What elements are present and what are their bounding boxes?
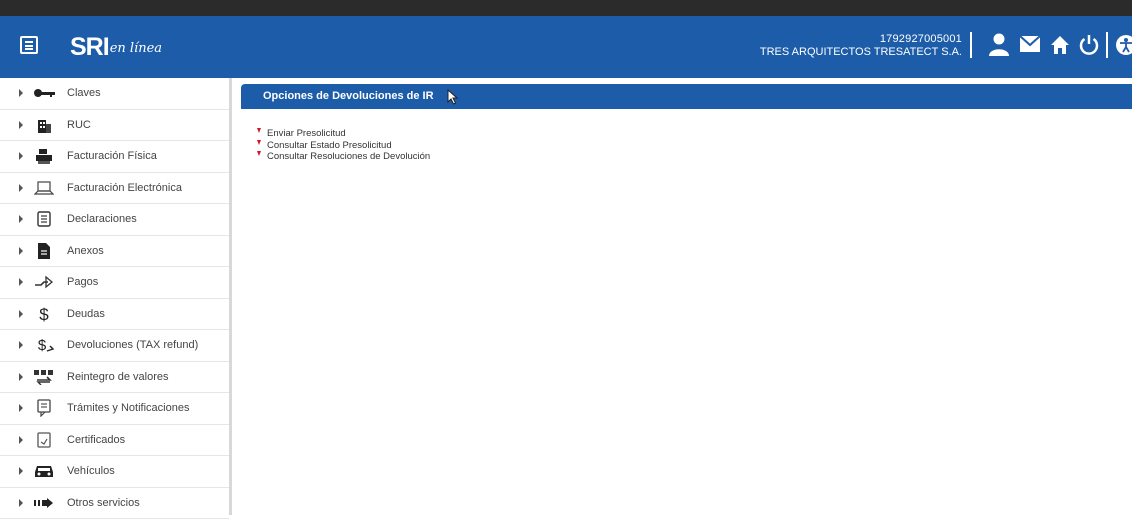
printer-icon (32, 147, 56, 165)
bullet-flag-icon (257, 128, 261, 133)
logo-brand: SRI (70, 32, 109, 62)
sidebar-item-facturacion-electronica[interactable]: Facturación Electrónica (0, 173, 229, 205)
sri-logo[interactable]: SRI en línea (70, 28, 162, 62)
svg-text:$: $ (39, 305, 49, 323)
expand-arrow-icon (19, 278, 23, 286)
notification-icon (32, 399, 56, 417)
sidebar-item-deudas[interactable]: $ Deudas (0, 299, 229, 331)
sidebar-item-label: Reintegro de valores (67, 371, 169, 383)
sidebar-item-label: Trámites y Notificaciones (67, 402, 189, 414)
laptop-icon (32, 179, 56, 197)
sidebar-item-label: Claves (67, 87, 101, 99)
sidebar-item-vehiculos[interactable]: Vehículos (0, 456, 229, 488)
sidebar-item-pagos[interactable]: Pagos (0, 267, 229, 299)
power-icon[interactable] (1078, 34, 1100, 56)
sidebar-item-devoluciones[interactable]: $ Devoluciones (TAX refund) (0, 330, 229, 362)
car-icon (32, 462, 56, 480)
expand-arrow-icon (19, 341, 23, 349)
sidebar-item-label: Declaraciones (67, 213, 137, 225)
main-content: Opciones de Devoluciones de IR Enviar Pr… (232, 78, 1132, 515)
link-text[interactable]: Enviar Presolicitud (267, 128, 346, 139)
sidebar-item-declaraciones[interactable]: Declaraciones (0, 204, 229, 236)
link-consultar-resoluciones[interactable]: Consultar Resoluciones de Devolución (257, 151, 430, 163)
link-consultar-estado-presolicitud[interactable]: Consultar Estado Presolicitud (257, 140, 430, 152)
accessibility-icon[interactable] (1115, 34, 1132, 56)
refund-options-list: Enviar Presolicitud Consultar Estado Pre… (257, 128, 430, 163)
taxpayer-info: 1792927005001 TRES ARQUITECTOS TRESATECT… (760, 33, 962, 59)
home-icon[interactable] (1050, 35, 1070, 55)
key-icon (32, 84, 56, 102)
bullet-flag-icon (257, 151, 261, 156)
window-top-strip (0, 0, 1132, 16)
sidebar: Claves RUC Facturación Física Facturació… (0, 78, 232, 515)
expand-arrow-icon (19, 499, 23, 507)
expand-arrow-icon (19, 184, 23, 192)
file-icon (32, 242, 56, 260)
link-enviar-presolicitud[interactable]: Enviar Presolicitud (257, 128, 430, 140)
section-title: Opciones de Devoluciones de IR (263, 90, 434, 102)
logo-tagline: en línea (110, 36, 162, 62)
expand-arrow-icon (19, 247, 23, 255)
header-bar: SRI en línea 1792927005001 TRES ARQUITEC… (0, 16, 1132, 78)
services-icon (32, 494, 56, 512)
sidebar-item-facturacion-fisica[interactable]: Facturación Física (0, 141, 229, 173)
sidebar-item-otros-servicios[interactable]: Otros servicios (0, 488, 229, 519)
link-text[interactable]: Consultar Estado Presolicitud (267, 140, 392, 151)
building-icon (32, 116, 56, 134)
expand-arrow-icon (19, 121, 23, 129)
mouse-cursor-icon (447, 89, 459, 105)
sidebar-item-claves[interactable]: Claves (0, 78, 229, 110)
dollar-return-icon: $ (32, 336, 56, 354)
sidebar-item-anexos[interactable]: Anexos (0, 236, 229, 268)
svg-text:$: $ (38, 337, 47, 354)
sidebar-item-label: Pagos (67, 276, 98, 288)
sidebar-item-label: Facturación Física (67, 150, 157, 162)
mail-icon[interactable] (1020, 36, 1040, 52)
sidebar-item-label: Vehículos (67, 465, 115, 477)
sidebar-item-tramites[interactable]: Trámites y Notificaciones (0, 393, 229, 425)
expand-arrow-icon (19, 436, 23, 444)
certificate-icon (32, 431, 56, 449)
sidebar-item-label: Otros servicios (67, 497, 140, 509)
expand-arrow-icon (19, 404, 23, 412)
expand-arrow-icon (19, 310, 23, 318)
sidebar-item-label: Devoluciones (TAX refund) (67, 339, 198, 351)
expand-arrow-icon (19, 152, 23, 160)
refund-icon (32, 368, 56, 386)
header-separator (1106, 32, 1108, 58)
sidebar-item-label: Facturación Electrónica (67, 182, 182, 194)
expand-arrow-icon (19, 215, 23, 223)
section-header: Opciones de Devoluciones de IR (241, 84, 1132, 109)
bullet-flag-icon (257, 140, 261, 145)
sidebar-item-label: Certificados (67, 434, 125, 446)
expand-arrow-icon (19, 467, 23, 475)
dollar-icon: $ (32, 305, 56, 323)
payment-hand-icon (32, 273, 56, 291)
header-separator (970, 32, 972, 58)
sidebar-item-label: RUC (67, 119, 91, 131)
document-icon (32, 210, 56, 228)
menu-icon[interactable] (20, 36, 38, 54)
sidebar-item-label: Anexos (67, 245, 104, 257)
expand-arrow-icon (19, 373, 23, 381)
sidebar-item-label: Deudas (67, 308, 105, 320)
sidebar-item-ruc[interactable]: RUC (0, 110, 229, 142)
taxpayer-name: TRES ARQUITECTOS TRESATECT S.A. (760, 46, 962, 59)
link-text[interactable]: Consultar Resoluciones de Devolución (267, 151, 430, 162)
expand-arrow-icon (19, 89, 23, 97)
user-icon[interactable] (988, 33, 1010, 57)
sidebar-item-reintegro[interactable]: Reintegro de valores (0, 362, 229, 394)
sidebar-item-certificados[interactable]: Certificados (0, 425, 229, 457)
taxpayer-id: 1792927005001 (760, 33, 962, 46)
